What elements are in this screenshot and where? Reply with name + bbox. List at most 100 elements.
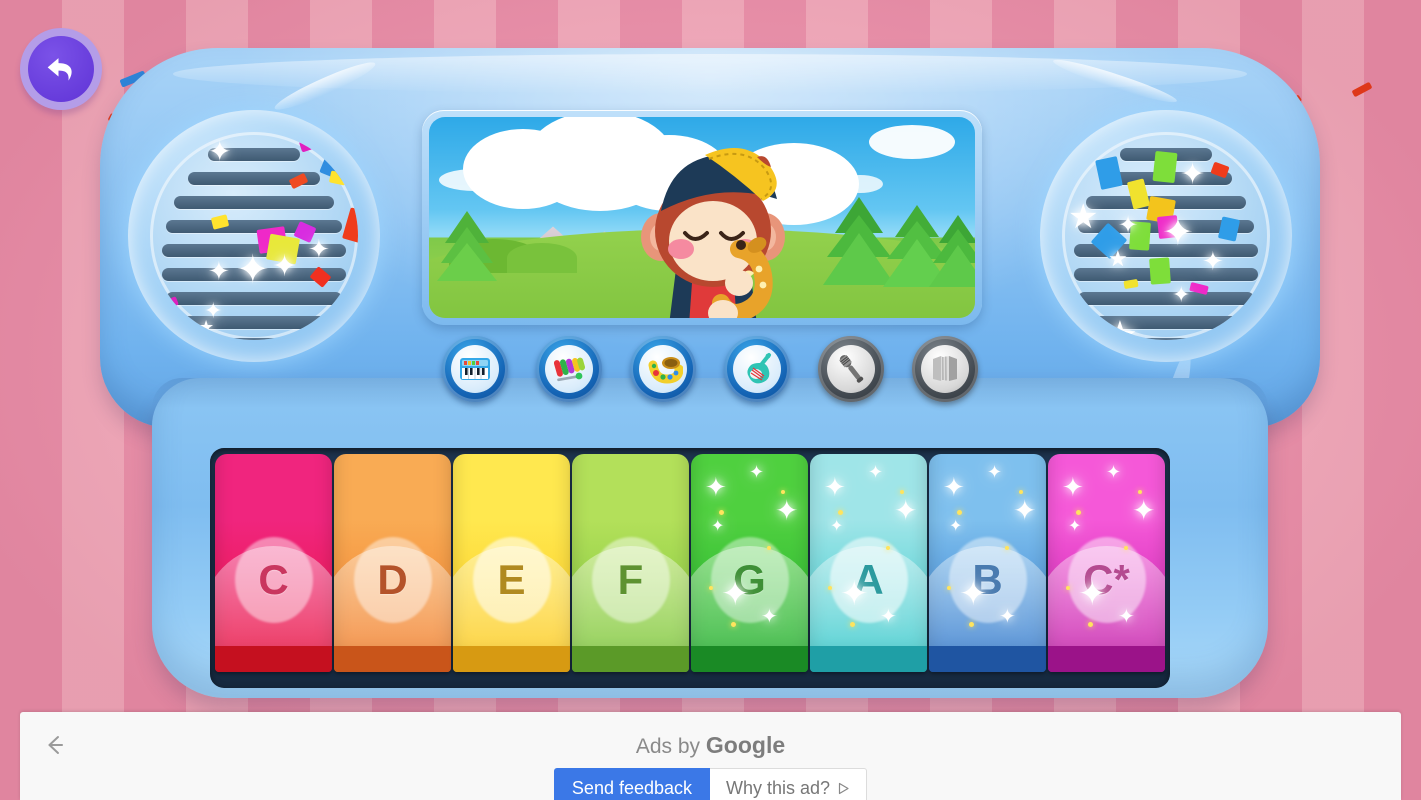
sparkle-star: ✦ [208,256,230,286]
key-glow-dot [947,586,951,590]
sparkle-star: ★ [1108,246,1128,271]
key-sparkle: ✦ [711,518,725,535]
sparkle-star: ✦ [272,250,298,283]
xylophone-icon [553,357,586,382]
toy-piano-device: ✦ ✦ ✦ ✦ ✦ ★ ★ ✦ [100,48,1320,698]
confetti [328,170,348,186]
speaker-slat [1078,292,1254,305]
key-sparkle: ✦ [749,462,765,482]
right-speaker: ✦ ✦ ✦ ★ ✦ ✦ ★ ★ [1040,110,1292,362]
key-letter: E [497,556,526,604]
key-letter: G [733,556,766,604]
key-glow-dot [1066,586,1070,590]
key-glow-dot [1019,490,1023,494]
instrument-button-xylophone[interactable] [536,336,602,402]
piano-key-F[interactable]: F [572,454,689,672]
key-sparkle: ✦ [1068,518,1082,535]
key-glow-dot [1138,490,1142,494]
piano-icon [460,358,490,380]
confetti [1149,257,1171,285]
piano-key-D[interactable]: D [334,454,451,672]
tree-icon [929,215,975,287]
key-base [1048,646,1165,672]
why-this-ad-label: Why this ad? [726,778,831,798]
confetti [1152,150,1178,184]
key-glow-dot [1124,546,1128,550]
key-base [334,646,451,672]
key-glow-dot [900,490,904,494]
saxophone-icon [648,357,683,384]
ad-button-group: Send feedback Why this ad? [20,768,1401,800]
sparkle-star: ✦ [1202,246,1224,276]
speaker-slat [174,196,334,209]
key-glow-dot [850,622,855,627]
instrument-button-microphone[interactable] [818,336,884,402]
key-sparkle: ✦ [894,495,918,526]
sparkle-star: ✦ [1162,212,1194,254]
key-glow-dot [838,510,843,515]
piano-key-G[interactable]: G ✦ ✦ ✦ ✦ ✦ ✦ [691,454,808,672]
key-base [572,646,689,672]
piano-key-A[interactable]: A ✦ ✦ ✦ ✦ ✦ ✦ [810,454,927,672]
piano-key-E[interactable]: E [453,454,570,672]
key-base [691,646,808,672]
play-triangle-icon [838,782,849,795]
sparkle-star: ✦ [1172,282,1191,307]
google-ad-bar: Ads by Google Send feedback Why this ad? [20,712,1401,800]
key-letter: C [258,556,289,604]
key-sparkle: ✦ [1013,495,1037,526]
sparkle-star: ✦ [208,136,232,167]
confetti [1217,216,1241,242]
key-glow-dot [1005,546,1009,550]
instrument-selector [100,336,1320,402]
key-sparkle: ✦ [705,472,727,502]
sparkle-star: ✦ [1118,212,1139,239]
microphone-icon [839,354,864,383]
why-this-ad-button[interactable]: Why this ad? [710,768,868,800]
key-base [215,646,332,672]
accordion-icon [933,356,957,381]
sparkle-star: ✦ [308,234,330,264]
key-base [929,646,1046,672]
instrument-face [921,345,969,393]
key-sparkle: ✦ [775,495,799,526]
speaker-slat [166,292,342,305]
key-glow-dot [886,546,890,550]
piano-key-B[interactable]: B ✦ ✦ ✦ ✦ ✦ ✦ [929,454,1046,672]
ads-attribution: Ads by Google [20,732,1401,759]
confetti [298,134,326,153]
piano-key-C[interactable]: C [215,454,332,672]
confetti [342,207,358,245]
piano-key-Csharp[interactable]: C* ✦ ✦ ✦ ✦ ✦ ✦ [1048,454,1165,672]
key-base [810,646,927,672]
back-button[interactable] [20,28,102,110]
left-speaker: ✦ ✦ ✦ ✦ ✦ ★ ★ ✦ [128,110,380,362]
ads-by-prefix: Ads by [635,735,706,758]
instrument-face [827,345,875,393]
key-sparkle: ✦ [824,472,846,502]
screen-bezel [422,110,982,325]
key-glow-dot [731,622,736,627]
confetti [1123,278,1139,290]
key-glow-dot [719,510,724,515]
confetti [1088,136,1114,154]
monkey-character [641,147,785,318]
key-glow-dot [781,490,785,494]
key-letter: C* [1083,556,1130,604]
key-sparkle: ✦ [1062,472,1084,502]
instrument-button-guitar[interactable] [724,336,790,402]
left-speaker-grille: ✦ ✦ ✦ ✦ ✦ ★ ★ ✦ [150,132,358,340]
send-feedback-button[interactable]: Send feedback [553,768,711,800]
key-base [453,646,570,672]
instrument-button-accordion[interactable] [912,336,978,402]
key-letter: F [617,556,644,604]
cloud [439,169,509,191]
instrument-button-saxophone[interactable] [630,336,696,402]
key-glow-dot [828,586,832,590]
back-button-inner [28,36,94,102]
character-screen [429,117,975,318]
speaker-slat [166,220,342,233]
key-sparkle: ✦ [868,462,884,482]
google-wordmark: Google [705,732,786,758]
instrument-button-piano[interactable] [442,336,508,402]
